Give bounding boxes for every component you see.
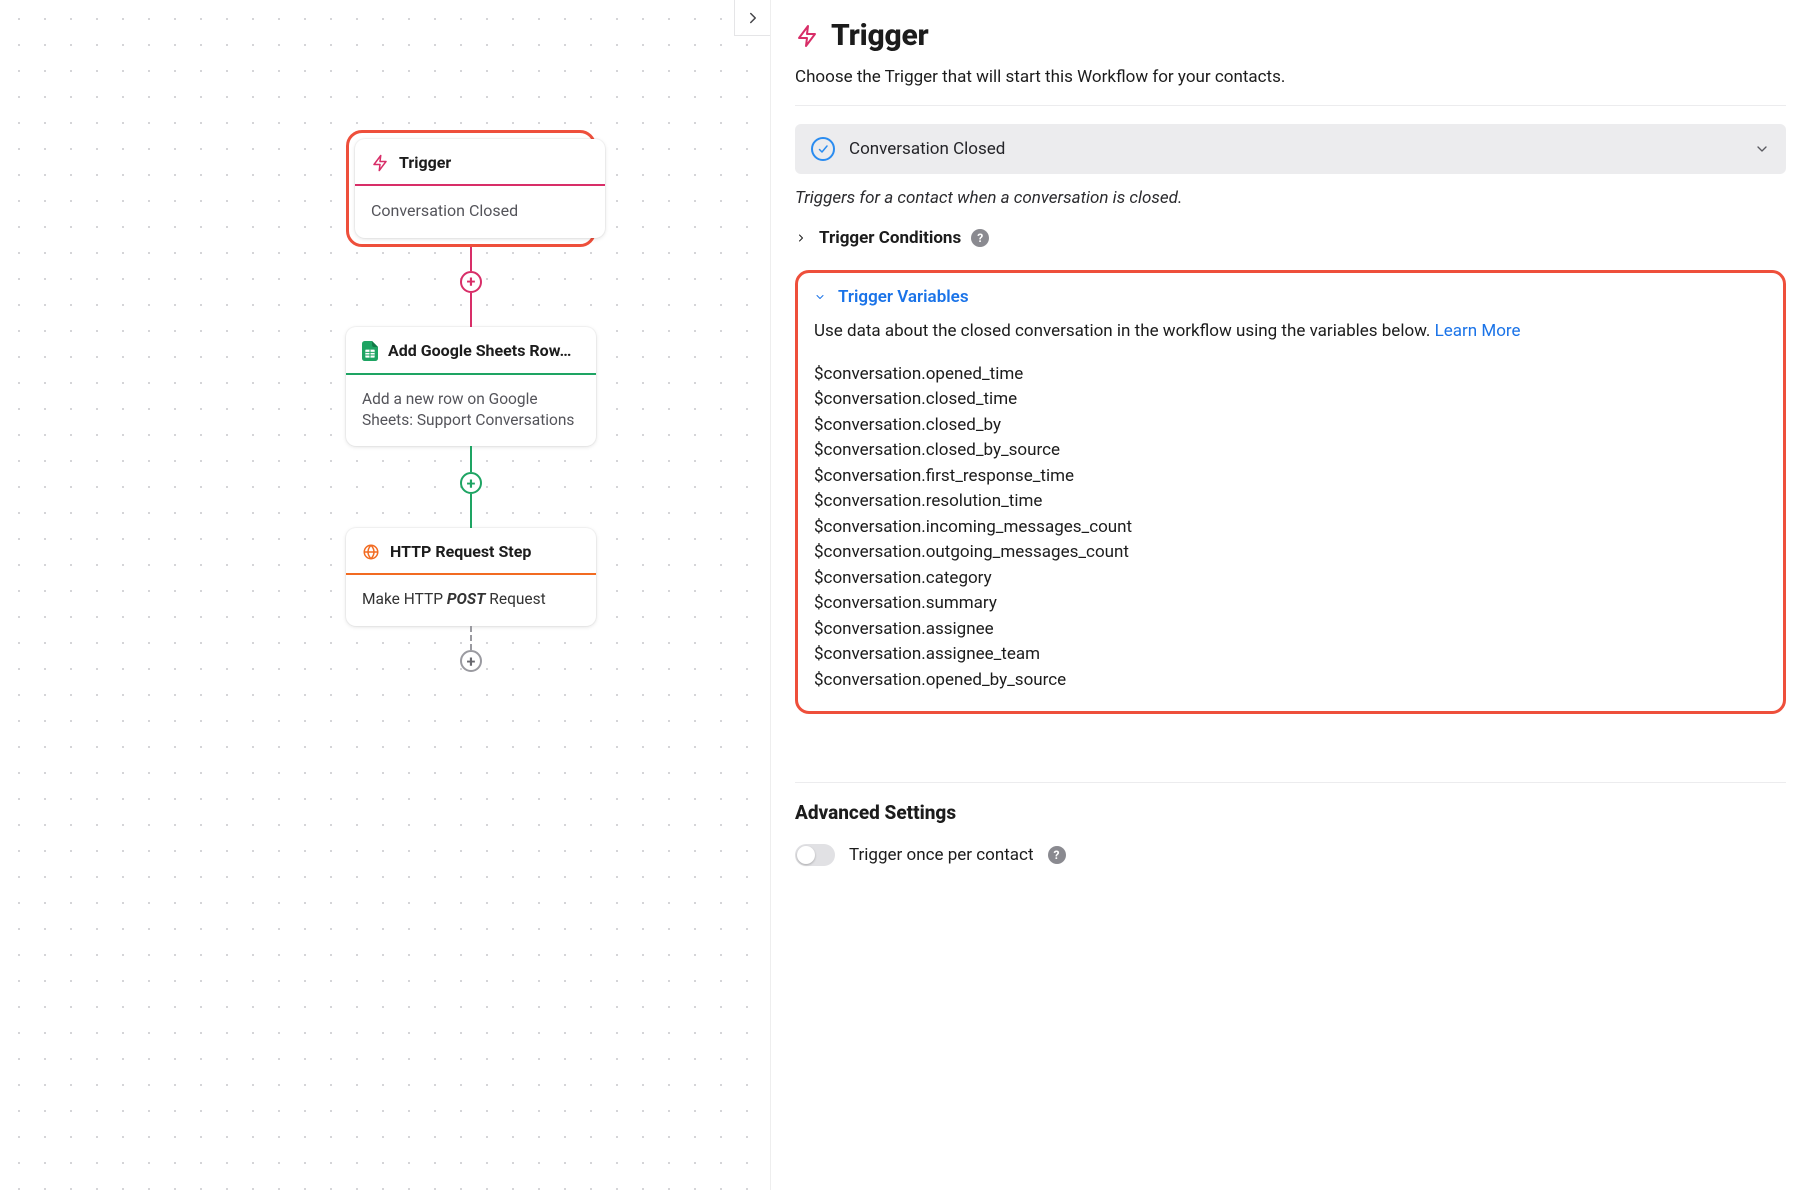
connector: + (346, 446, 596, 528)
panel-description: Choose the Trigger that will start this … (795, 67, 1786, 87)
sheets-node-title: Add Google Sheets Row… (388, 341, 571, 360)
bolt-icon (371, 154, 389, 172)
trigger-conditions-label: Trigger Conditions (819, 228, 961, 248)
trigger-config-panel: Trigger Choose the Trigger that will sta… (770, 0, 1810, 1190)
chevron-right-icon (795, 232, 807, 244)
bolt-icon (795, 24, 819, 48)
variables-intro: Use data about the closed conversation i… (814, 319, 1767, 344)
chevron-right-icon (744, 9, 762, 27)
learn-more-link[interactable]: Learn More (1435, 321, 1521, 341)
sheets-node-body: Add a new row on Google Sheets: Support … (346, 375, 596, 447)
add-step-button[interactable]: + (460, 472, 482, 494)
collapse-panel-button[interactable] (734, 0, 770, 36)
trigger-hint: Triggers for a contact when a conversati… (795, 188, 1786, 208)
trigger-once-label: Trigger once per contact (849, 845, 1034, 865)
variable-item[interactable]: $conversation.outgoing_messages_count (814, 540, 1767, 566)
trigger-once-toggle[interactable] (795, 844, 835, 866)
trigger-select-value: Conversation Closed (849, 139, 1005, 159)
panel-title-row: Trigger (795, 18, 1786, 53)
http-node-body: Make HTTP POST Request (346, 575, 596, 626)
variable-item[interactable]: $conversation.closed_time (814, 387, 1767, 413)
google-sheets-icon (362, 341, 378, 361)
variable-item[interactable]: $conversation.category (814, 566, 1767, 592)
add-step-button[interactable]: + (460, 650, 482, 672)
variable-item[interactable]: $conversation.resolution_time (814, 489, 1767, 515)
connector: + (346, 626, 596, 672)
chevron-down-icon (1754, 141, 1770, 157)
chevron-down-icon (814, 291, 826, 303)
http-node-title: HTTP Request Step (390, 542, 531, 561)
help-icon[interactable]: ? (1048, 846, 1066, 864)
variable-item[interactable]: $conversation.summary (814, 591, 1767, 617)
trigger-variables-toggle[interactable]: Trigger Variables (814, 287, 1767, 307)
variable-item[interactable]: $conversation.closed_by (814, 413, 1767, 439)
trigger-variables-section: Trigger Variables Use data about the clo… (795, 270, 1786, 714)
check-circle-icon (811, 137, 835, 161)
help-icon[interactable]: ? (971, 229, 989, 247)
divider (795, 105, 1786, 106)
google-sheets-node[interactable]: Add Google Sheets Row… Add a new row on … (346, 327, 596, 447)
workflow-canvas[interactable]: Trigger Conversation Closed + (0, 0, 770, 1190)
trigger-conditions-toggle[interactable]: Trigger Conditions ? (795, 228, 1786, 248)
variable-item[interactable]: $conversation.first_response_time (814, 464, 1767, 490)
http-request-node[interactable]: HTTP Request Step Make HTTP POST Request (346, 528, 596, 626)
variable-item[interactable]: $conversation.incoming_messages_count (814, 515, 1767, 541)
trigger-node-selected[interactable]: Trigger Conversation Closed (346, 130, 596, 247)
trigger-select[interactable]: Conversation Closed (795, 124, 1786, 174)
variable-item[interactable]: $conversation.closed_by_source (814, 438, 1767, 464)
add-step-button[interactable]: + (460, 271, 482, 293)
divider (795, 782, 1786, 783)
advanced-settings-section: Advanced Settings Trigger once per conta… (795, 801, 1786, 866)
panel-title: Trigger (831, 18, 929, 53)
variable-item[interactable]: $conversation.opened_by_source (814, 668, 1767, 694)
trigger-variables-label: Trigger Variables (838, 287, 969, 307)
trigger-node-value: Conversation Closed (355, 186, 605, 238)
variable-item[interactable]: $conversation.opened_time (814, 362, 1767, 388)
connector: + (346, 247, 596, 327)
variable-item[interactable]: $conversation.assignee_team (814, 642, 1767, 668)
advanced-settings-title: Advanced Settings (795, 801, 1786, 824)
trigger-node-label: Trigger (399, 153, 451, 172)
variable-item[interactable]: $conversation.assignee (814, 617, 1767, 643)
variables-list: $conversation.opened_time $conversation.… (814, 362, 1767, 694)
http-icon (362, 543, 380, 561)
